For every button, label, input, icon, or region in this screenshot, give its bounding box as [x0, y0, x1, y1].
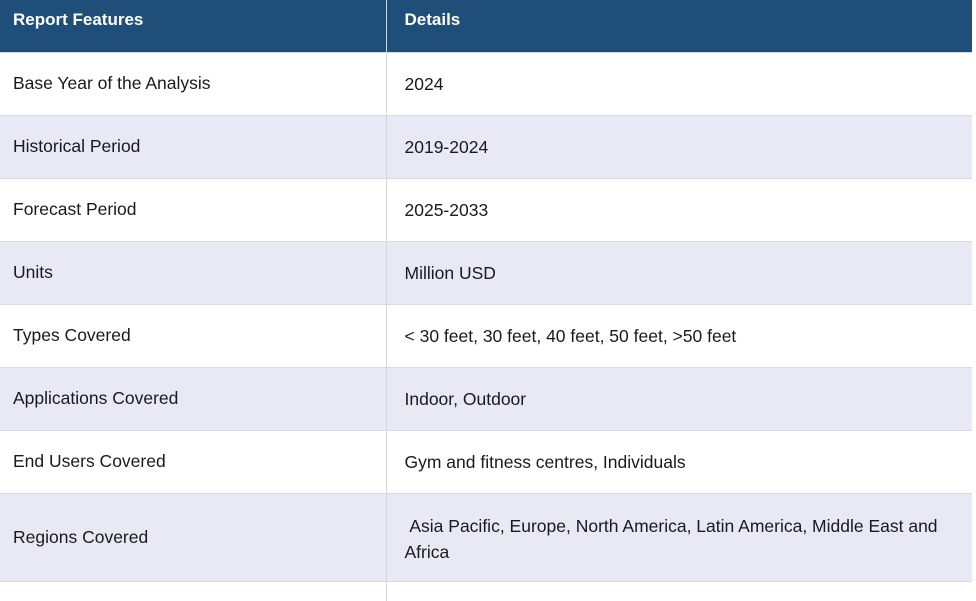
table-row: Units Million USD	[0, 240, 972, 304]
feature-cell: Base Year of the Analysis	[0, 51, 386, 115]
details-cell: Gym and fitness centres, Individuals	[385, 429, 972, 493]
feature-cell: Units	[0, 240, 386, 304]
table-row: Types Covered < 30 feet, 30 feet, 40 fee…	[0, 303, 972, 367]
details-cell: 2024	[385, 51, 972, 115]
feature-cell: Applications Covered	[0, 366, 386, 430]
details-cell: Asia Pacific, Europe, North America, Lat…	[385, 492, 972, 581]
details-cell: 2019-2024	[385, 114, 972, 178]
report-features-table: Report Features Details Base Year of the…	[0, 0, 972, 601]
details-cell: 2025-2033	[385, 177, 972, 241]
table-row-partial	[0, 580, 972, 601]
table-row: Forecast Period 2025-2033	[0, 177, 972, 241]
details-cell: Million USD	[385, 240, 972, 304]
details-cell-empty	[385, 580, 972, 601]
feature-cell-empty	[0, 580, 386, 601]
feature-cell: Regions Covered	[0, 492, 386, 581]
header-report-features: Report Features	[0, 0, 386, 52]
feature-cell: End Users Covered	[0, 429, 386, 493]
table-row: End Users Covered Gym and fitness centre…	[0, 429, 972, 493]
details-cell: Indoor, Outdoor	[385, 366, 972, 430]
table-row: Base Year of the Analysis 2024	[0, 51, 972, 115]
header-details: Details	[385, 0, 972, 52]
details-cell: < 30 feet, 30 feet, 40 feet, 50 feet, >5…	[385, 303, 972, 367]
feature-cell: Types Covered	[0, 303, 386, 367]
table-row: Applications Covered Indoor, Outdoor	[0, 366, 972, 430]
table-header-row: Report Features Details	[0, 0, 972, 52]
table-row: Historical Period 2019-2024	[0, 114, 972, 178]
table-row: Regions Covered Asia Pacific, Europe, No…	[0, 492, 972, 581]
feature-cell: Historical Period	[0, 114, 386, 178]
feature-cell: Forecast Period	[0, 177, 386, 241]
